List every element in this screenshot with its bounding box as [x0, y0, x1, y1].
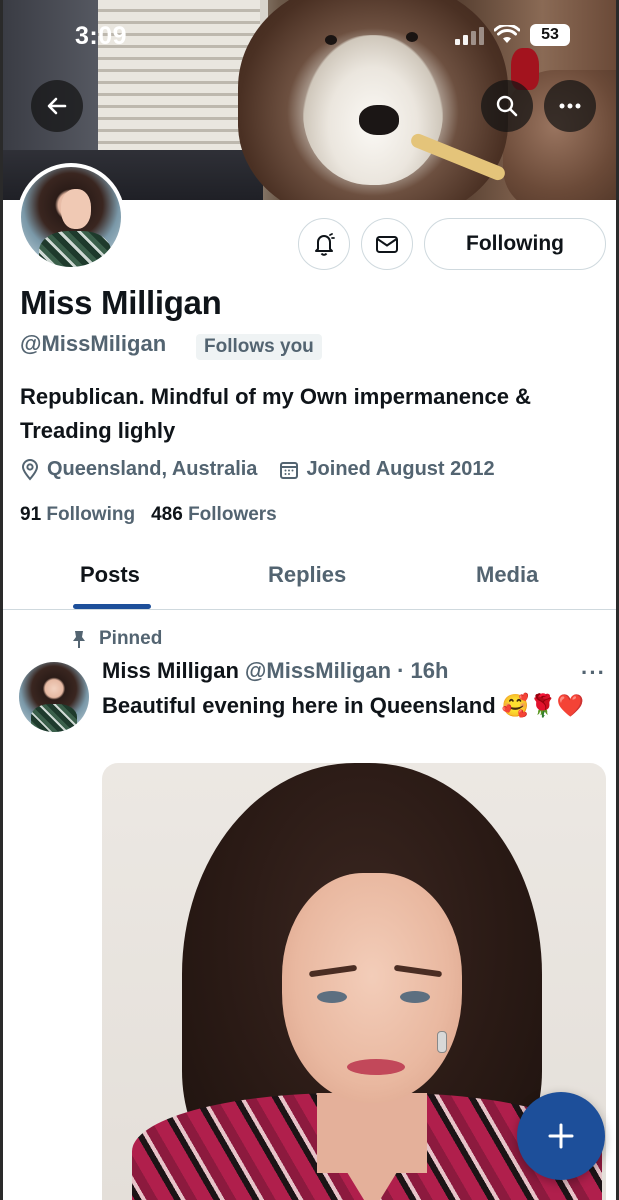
banner-dog-eye: [325, 35, 337, 45]
photo-eye: [400, 991, 430, 1003]
cellular-signal-icon: [455, 25, 484, 45]
bell-icon: [315, 233, 335, 256]
tab-media[interactable]: Media: [476, 562, 538, 588]
pinned-indicator: Pinned: [69, 628, 162, 650]
status-indicators: 53: [455, 24, 570, 46]
active-tab-indicator: [73, 604, 151, 609]
profile-bio: Republican. Mindful of my Own impermanen…: [20, 384, 531, 443]
message-button[interactable]: [361, 218, 413, 270]
tab-replies[interactable]: Replies: [268, 562, 346, 588]
following-count-link[interactable]: 91 Following: [20, 504, 135, 526]
post-author-avatar[interactable]: [19, 662, 89, 732]
following-button[interactable]: Following: [424, 218, 606, 270]
post-author-handle[interactable]: @MissMiligan: [245, 658, 391, 684]
search-button[interactable]: [481, 80, 533, 132]
post-more-button[interactable]: ···: [581, 660, 606, 686]
photo-lips: [347, 1059, 405, 1075]
pinned-label: Pinned: [99, 628, 163, 649]
followers-count: 486: [151, 504, 183, 525]
post-text: Beautiful evening here in Queensland 🥰🌹❤…: [102, 693, 584, 718]
back-arrow-icon: [47, 97, 67, 115]
location-pin-icon: [21, 458, 39, 481]
pin-icon: [73, 631, 85, 648]
profile-avatar[interactable]: [17, 163, 125, 271]
post-header: Miss Milligan @MissMiligan · 16h: [102, 658, 448, 684]
banner-dog-nose: [359, 105, 399, 135]
notifications-button[interactable]: [298, 218, 350, 270]
battery-indicator: 53: [530, 24, 570, 46]
profile-name: Miss Milligan: [20, 284, 222, 321]
compose-button[interactable]: [517, 1092, 605, 1180]
tab-posts[interactable]: Posts: [80, 562, 140, 588]
follow-counts: 91 Following 486 Followers: [20, 504, 277, 526]
profile-handle: @MissMiligan: [20, 331, 167, 356]
follows-you-badge: Follows you: [196, 334, 322, 360]
location-text: Queensland, Australia: [47, 458, 258, 480]
avatar-dress: [39, 231, 111, 267]
photo-eye: [317, 991, 347, 1003]
followers-count-link[interactable]: 486 Followers: [151, 504, 277, 526]
avatar-dress: [31, 704, 77, 732]
following-count: 91: [20, 504, 42, 525]
wifi-icon: [494, 25, 520, 43]
joined-text: Joined August 2012: [306, 458, 495, 480]
followers-label: Followers: [188, 504, 277, 525]
more-icon: [559, 103, 581, 109]
search-icon: [496, 95, 518, 117]
back-button[interactable]: [31, 80, 83, 132]
profile-meta: Queensland, Australia Joined August 2012: [20, 458, 517, 481]
avatar-face: [61, 189, 91, 229]
profile-screen: 3:09 53 Following Miss Milligan @MissMil…: [0, 0, 619, 1200]
following-label: Following: [46, 504, 136, 525]
profile-joined: Joined August 2012: [279, 458, 495, 481]
more-options-button[interactable]: [544, 80, 596, 132]
status-time: 3:09: [75, 22, 128, 50]
plus-icon: [548, 1123, 574, 1149]
profile-location: Queensland, Australia: [20, 458, 257, 481]
envelope-icon: [376, 236, 398, 253]
post-author-name[interactable]: Miss Milligan: [102, 658, 239, 684]
profile-tabs: Posts Replies Media: [3, 548, 616, 610]
photo-earring: [437, 1031, 447, 1053]
post-time: · 16h: [397, 658, 449, 683]
banner-dog-eye: [406, 32, 418, 42]
calendar-icon: [280, 461, 299, 479]
